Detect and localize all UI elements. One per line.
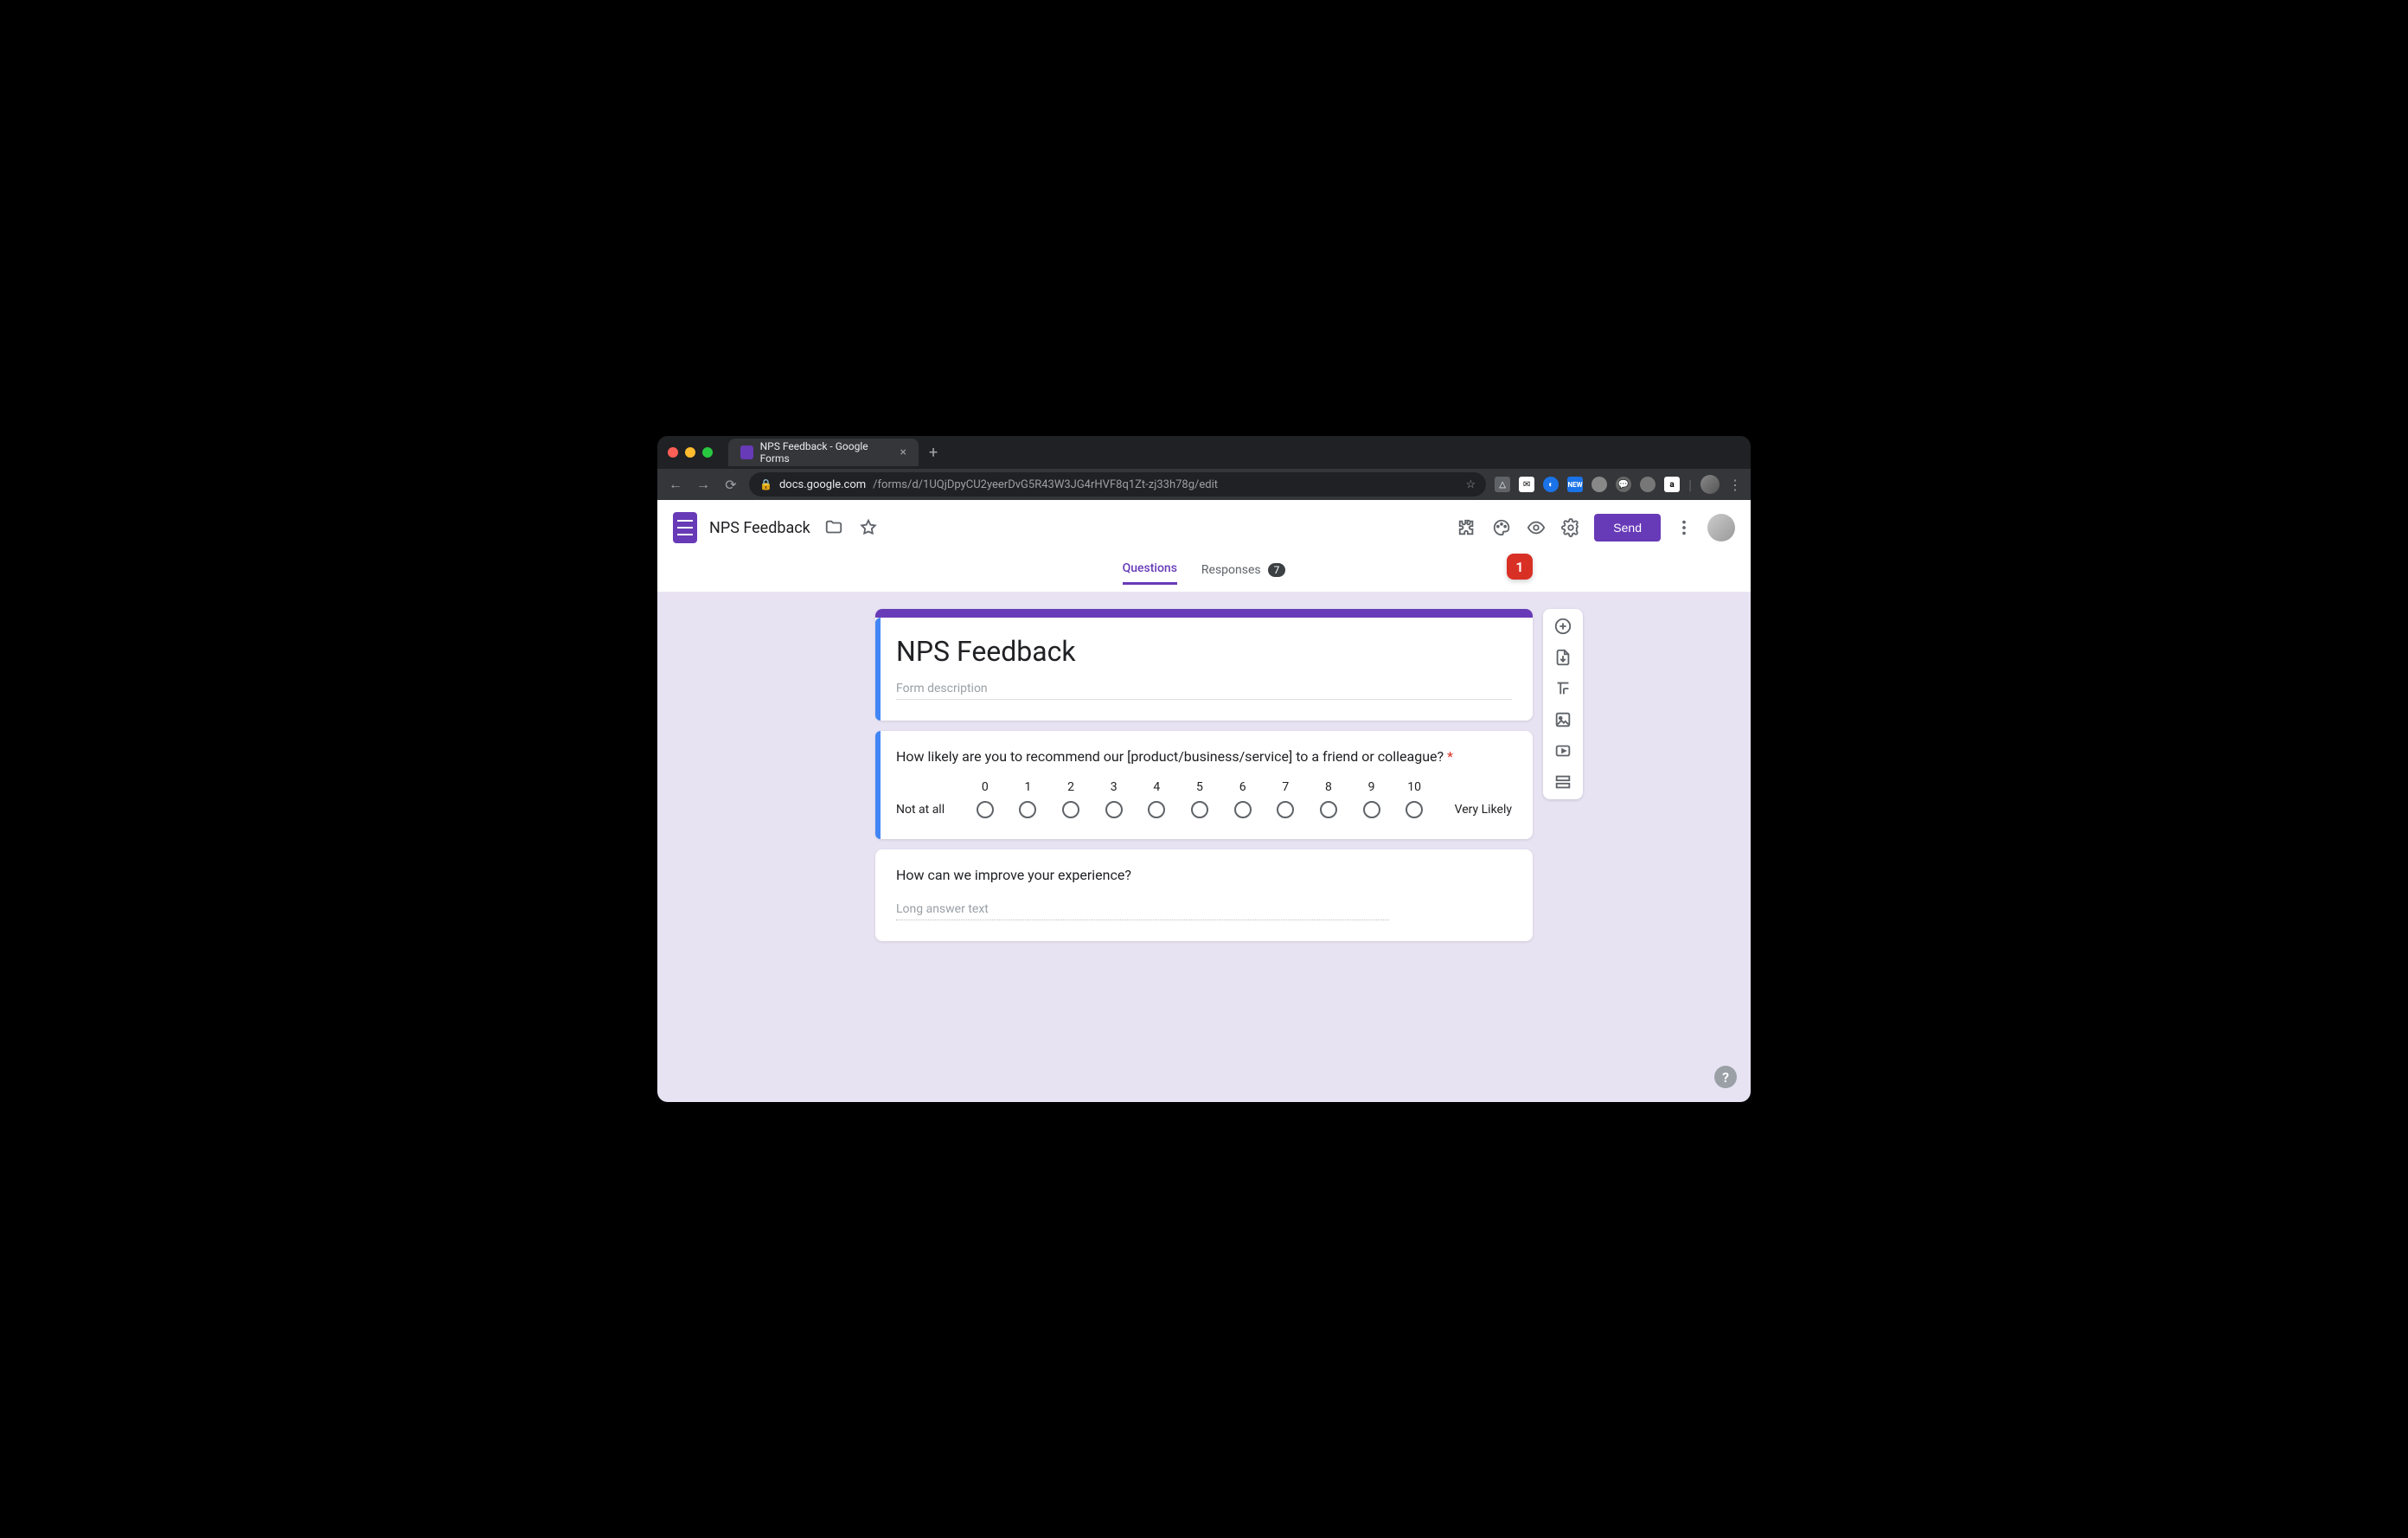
tab-strip: NPS Feedback - Google Forms × + — [657, 436, 1751, 469]
scale-number: 9 — [1350, 780, 1393, 794]
gear-icon[interactable] — [1559, 516, 1582, 539]
document-title[interactable]: NPS Feedback — [709, 519, 810, 537]
ext-icon-circle[interactable] — [1640, 477, 1656, 492]
question-2-text: How can we improve your experience? — [896, 867, 1512, 883]
tab-responses-label: Responses — [1201, 563, 1261, 577]
form-column: NPS Feedback Form description How likely… — [875, 609, 1533, 1067]
forms-logo-icon[interactable] — [673, 512, 697, 543]
scale-number: 7 — [1264, 780, 1307, 794]
help-button[interactable]: ? — [1714, 1066, 1737, 1088]
ext-icon-blue[interactable]: ◐ — [1543, 477, 1559, 492]
browser-menu-icon[interactable]: ⋮ — [1728, 477, 1742, 493]
app-tabs: Questions Responses 7 — [657, 555, 1751, 592]
browser-window: NPS Feedback - Google Forms × + ← → ⟳ 🔒 … — [657, 436, 1751, 1102]
ext-new-badge[interactable]: NEW — [1567, 477, 1583, 492]
app-header: NPS Feedback Send — [657, 500, 1751, 555]
account-avatar[interactable] — [1707, 514, 1735, 542]
required-star-icon: * — [1447, 748, 1453, 765]
new-tab-button[interactable]: + — [929, 444, 938, 462]
question-card-linear-scale[interactable]: How likely are you to recommend our [pro… — [875, 731, 1533, 839]
scale-radio[interactable] — [1191, 801, 1208, 818]
add-question-icon[interactable] — [1553, 616, 1573, 637]
reload-button[interactable]: ⟳ — [721, 477, 740, 493]
scale-number: 3 — [1092, 780, 1136, 794]
back-button[interactable]: ← — [666, 476, 685, 493]
scale-number: 8 — [1307, 780, 1350, 794]
scale-high-label: Very Likely — [1441, 803, 1512, 817]
add-title-icon[interactable] — [1553, 678, 1573, 699]
app-viewport: NPS Feedback Send — [657, 500, 1751, 1102]
question-card-paragraph[interactable]: How can we improve your experience? Long… — [875, 849, 1533, 941]
question-1-text: How likely are you to recommend our [pro… — [896, 748, 1512, 765]
forms-favicon-icon — [740, 445, 753, 459]
window-minimize[interactable] — [685, 447, 695, 458]
responses-count-badge: 7 — [1268, 563, 1286, 577]
scale-radios-row — [964, 801, 1436, 818]
scale-radio[interactable] — [1234, 801, 1252, 818]
add-video-icon[interactable] — [1553, 740, 1573, 761]
window-zoom[interactable] — [702, 447, 713, 458]
star-icon[interactable] — [857, 516, 880, 539]
tab-questions-label: Questions — [1123, 561, 1177, 575]
scale-radio[interactable] — [1363, 801, 1380, 818]
scale-number: 5 — [1178, 780, 1221, 794]
send-button[interactable]: Send — [1594, 514, 1661, 542]
more-menu-icon[interactable] — [1673, 516, 1695, 539]
chat-ext-icon[interactable]: 💬 — [1616, 477, 1631, 492]
form-header-card[interactable]: NPS Feedback Form description — [875, 609, 1533, 721]
address-bar[interactable]: 🔒 docs.google.com/forms/d/1UQjDpyCU2yeer… — [749, 472, 1486, 497]
scale-radio[interactable] — [1320, 801, 1337, 818]
scale-number: 6 — [1221, 780, 1265, 794]
window-controls — [668, 447, 713, 458]
palette-icon[interactable] — [1490, 516, 1513, 539]
scale-radio[interactable] — [1105, 801, 1123, 818]
lock-icon: 🔒 — [759, 478, 772, 490]
browser-toolbar: ← → ⟳ 🔒 docs.google.com/forms/d/1UQjDpyC… — [657, 469, 1751, 500]
scale-radio[interactable] — [1406, 801, 1423, 818]
tab-responses[interactable]: Responses 7 — [1201, 563, 1285, 584]
side-toolbar — [1543, 609, 1583, 799]
url-path: /forms/d/1UQjDpyCU2yeerDvG5R43W3JG4rHVF8… — [873, 478, 1218, 491]
bookmark-star-icon[interactable]: ☆ — [1465, 478, 1476, 491]
scale-number: 10 — [1393, 780, 1436, 794]
scale-low-label: Not at all — [896, 803, 958, 817]
preview-icon[interactable] — [1525, 516, 1547, 539]
scale-radio[interactable] — [1148, 801, 1165, 818]
extension-tray: △ ✉ ◐ NEW 💬 a | ⋮ — [1495, 475, 1742, 494]
long-answer-field[interactable]: Long answer text — [896, 899, 1389, 920]
addons-icon[interactable] — [1456, 516, 1478, 539]
window-close[interactable] — [668, 447, 678, 458]
ext-icon-gray[interactable] — [1591, 477, 1607, 492]
drive-ext-icon[interactable]: △ — [1495, 477, 1510, 492]
url-host: docs.google.com — [779, 478, 866, 491]
scale-number: 2 — [1049, 780, 1092, 794]
add-image-icon[interactable] — [1553, 709, 1573, 730]
move-folder-icon[interactable] — [823, 516, 845, 539]
scale-number: 1 — [1007, 780, 1050, 794]
form-title[interactable]: NPS Feedback — [896, 635, 1512, 668]
callout-badge: 1 — [1507, 554, 1533, 580]
tab-questions[interactable]: Questions — [1123, 561, 1177, 585]
scale-number: 0 — [964, 780, 1007, 794]
profile-avatar[interactable] — [1700, 475, 1720, 494]
forward-button[interactable]: → — [694, 476, 713, 493]
scale-radio[interactable] — [977, 801, 994, 818]
tab-title: NPS Feedback - Google Forms — [760, 440, 888, 465]
tab-close-icon[interactable]: × — [900, 445, 906, 459]
form-description-field[interactable]: Form description — [896, 678, 1512, 700]
form-canvas: NPS Feedback Form description How likely… — [657, 592, 1751, 1102]
mail-ext-icon[interactable]: ✉ — [1519, 477, 1534, 492]
import-questions-icon[interactable] — [1553, 647, 1573, 668]
browser-tab[interactable]: NPS Feedback - Google Forms × — [728, 439, 919, 466]
scale-radio[interactable] — [1277, 801, 1294, 818]
scale-radio[interactable] — [1062, 801, 1079, 818]
ext-icon-a[interactable]: a — [1664, 477, 1680, 492]
scale-radio[interactable] — [1019, 801, 1036, 818]
scale-numbers-row: 012345678910 — [964, 780, 1436, 794]
add-section-icon[interactable] — [1553, 772, 1573, 792]
scale-number: 4 — [1136, 780, 1179, 794]
